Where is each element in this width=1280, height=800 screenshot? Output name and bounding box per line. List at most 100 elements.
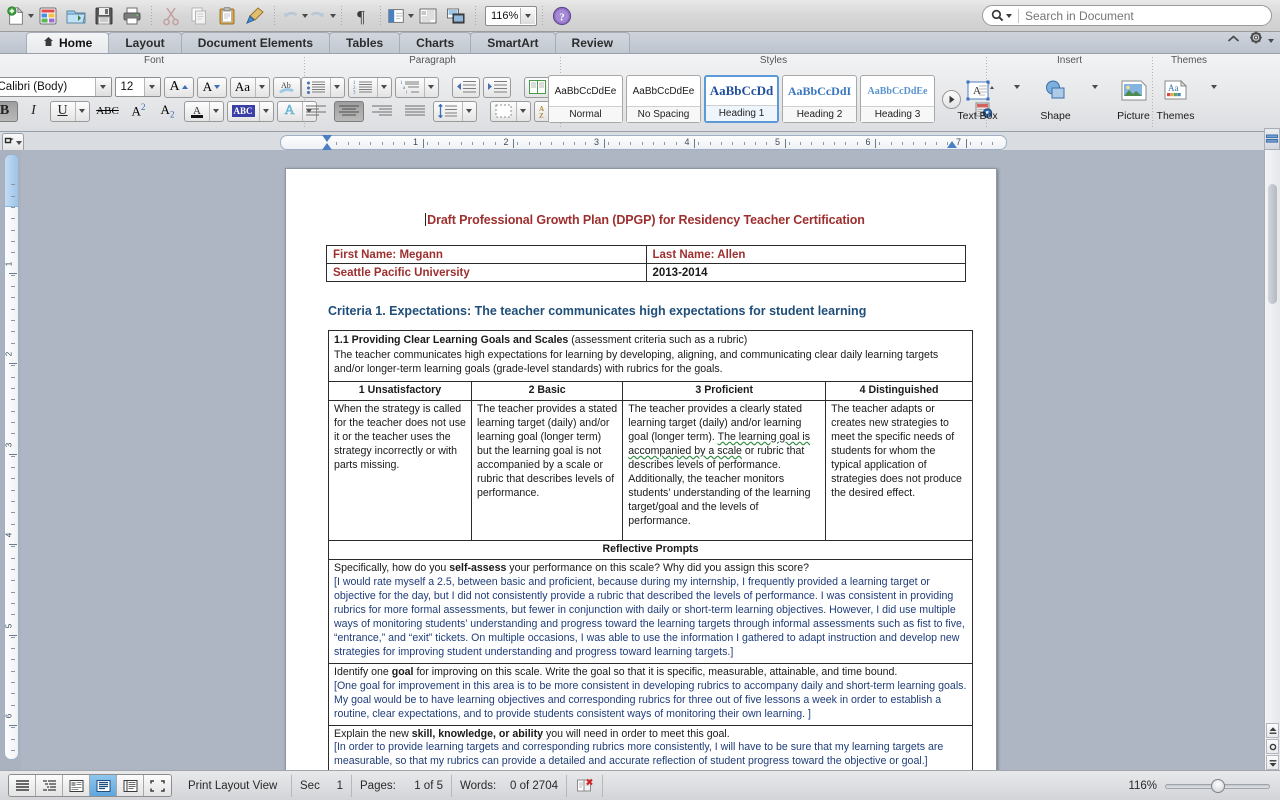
level-2-descriptor[interactable]: The teacher provides a stated learning t… <box>470 399 624 541</box>
line-spacing-icon[interactable] <box>434 102 462 121</box>
template-gallery-icon[interactable] <box>34 3 62 29</box>
identity-table[interactable]: First Name: Megann Last Name: Allen Seat… <box>326 245 966 282</box>
chevron-down-icon[interactable] <box>1082 77 1108 97</box>
last-name-cell[interactable]: Last Name: Allen <box>645 245 966 264</box>
tab-tables[interactable]: Tables <box>329 32 401 53</box>
table-row[interactable]: Seattle Pacific University 2013-2014 <box>326 263 966 282</box>
tab-document-elements[interactable]: Document Elements <box>180 32 331 53</box>
chevron-down-icon[interactable] <box>254 77 269 97</box>
tab-home[interactable]: Home <box>26 32 110 53</box>
font-size-combobox[interactable]: 12 <box>114 77 161 97</box>
vertical-scrollbar[interactable] <box>1264 150 1280 770</box>
outline-view-icon[interactable] <box>36 775 63 796</box>
rubric-table[interactable]: 1.1 Providing Clear Learning Goals and S… <box>328 330 973 770</box>
table-row[interactable]: Reflective Prompts <box>328 539 973 560</box>
chevron-down-icon[interactable] <box>461 101 476 121</box>
font-family-combobox[interactable]: Calibri (Body) <box>0 77 112 97</box>
underline-button[interactable]: U <box>49 100 90 122</box>
style-heading-1[interactable]: AaBbCcDd Heading 1 <box>704 75 779 123</box>
publishing-layout-view-icon[interactable] <box>63 775 90 796</box>
zoom-slider[interactable] <box>1165 778 1270 793</box>
prompt-cell-self-assess[interactable]: Specifically, how do you self-assess you… <box>328 558 973 664</box>
undo-icon[interactable] <box>280 3 308 29</box>
insert-shape-button[interactable]: Shape <box>1032 76 1080 122</box>
redo-icon[interactable] <box>308 3 336 29</box>
change-case-button[interactable]: Aa <box>229 76 270 98</box>
media-browser-icon[interactable] <box>442 3 470 29</box>
table-row[interactable]: First Name: Megann Last Name: Allen <box>326 245 966 264</box>
select-browse-object-icon[interactable] <box>1266 739 1279 754</box>
format-painter-icon[interactable] <box>241 3 269 29</box>
level-1-descriptor[interactable]: When the strategy is called for the teac… <box>328 399 472 541</box>
level-4-header[interactable]: 4 Distinguished <box>825 380 973 401</box>
new-document-icon[interactable] <box>6 3 34 29</box>
help-icon[interactable]: ? <box>548 3 576 29</box>
print-icon[interactable] <box>118 3 146 29</box>
zoom-combobox[interactable]: 116% <box>485 5 537 26</box>
year-cell[interactable]: 2013-2014 <box>645 263 966 282</box>
chevron-down-icon[interactable] <box>515 101 530 121</box>
document-page[interactable]: Draft Professional Growth Plan (DPGP) fo… <box>285 168 997 770</box>
zoom-slider-knob[interactable] <box>1211 778 1225 793</box>
chevron-down-icon[interactable] <box>258 101 273 121</box>
grow-font-icon[interactable]: A <box>163 76 194 98</box>
previous-page-icon[interactable] <box>1266 723 1279 738</box>
publishing-layout-icon[interactable] <box>414 3 442 29</box>
search-input[interactable] <box>1019 7 1271 24</box>
table-row[interactable]: Identify one goal for improving on this … <box>328 662 973 726</box>
chevron-down-icon[interactable] <box>520 7 535 24</box>
style-no-spacing[interactable]: AaBbCcDdEe No Spacing <box>626 75 701 123</box>
prompt-answer[interactable]: [One goal for improvement in this area i… <box>334 680 967 722</box>
collapse-ribbon-icon[interactable] <box>1227 31 1240 49</box>
prompt-answer[interactable]: [I would rate myself a 2.5, between basi… <box>334 576 967 660</box>
prompt-answer[interactable]: [In order to provide learning targets an… <box>334 741 967 769</box>
underline-icon[interactable]: U <box>51 102 75 121</box>
full-screen-view-icon[interactable] <box>144 775 171 796</box>
first-name-cell[interactable]: First Name: Megann <box>326 245 647 264</box>
prompt-cell-goal[interactable]: Identify one goal for improving on this … <box>328 662 973 726</box>
search-box[interactable] <box>982 5 1272 26</box>
superscript-icon[interactable]: A2 <box>126 101 152 122</box>
shading-icon[interactable] <box>491 102 516 121</box>
paste-icon[interactable] <box>213 3 241 29</box>
numbered-list-button[interactable]: 1 2 3 <box>347 76 392 98</box>
insert-text-box-button[interactable]: A Text Box <box>954 76 1002 122</box>
reflective-prompts-header[interactable]: Reflective Prompts <box>328 539 973 560</box>
level-3-descriptor[interactable]: The teacher provides a clearly stated le… <box>622 399 827 541</box>
style-normal[interactable]: AaBbCcDdEe Normal <box>548 75 623 123</box>
table-row[interactable]: 1 Unsatisfactory 2 Basic 3 Proficient 4 … <box>328 380 973 401</box>
chevron-down-icon[interactable] <box>94 78 111 96</box>
show-formatting-marks-icon[interactable]: ¶ <box>347 3 375 29</box>
draft-view-icon[interactable] <box>9 775 36 796</box>
level-3-header[interactable]: 3 Proficient <box>622 380 827 401</box>
left-indent-marker[interactable] <box>322 143 332 150</box>
split-window-handle[interactable] <box>1264 128 1280 150</box>
right-indent-marker[interactable] <box>947 141 957 148</box>
level-4-descriptor[interactable]: The teacher adapts or creates new strate… <box>825 399 973 541</box>
page-canvas[interactable]: Draft Professional Growth Plan (DPGP) fo… <box>21 150 1264 770</box>
level-2-header[interactable]: 2 Basic <box>470 380 624 401</box>
multilevel-list-button[interactable]: 1 a i <box>394 76 439 98</box>
font-color-button[interactable]: A <box>183 100 224 122</box>
open-folder-icon[interactable] <box>62 3 90 29</box>
chevron-down-icon[interactable] <box>1004 77 1030 97</box>
scrollbar-thumb[interactable] <box>1268 184 1277 304</box>
bulleted-list-icon[interactable] <box>302 78 330 97</box>
chevron-down-icon[interactable] <box>330 13 336 18</box>
table-row[interactable]: Specifically, how do you self-assess you… <box>328 558 973 664</box>
chevron-down-icon[interactable] <box>74 101 89 121</box>
highlight-icon[interactable]: ABC <box>228 102 259 121</box>
highlight-button[interactable]: ABC <box>226 100 274 122</box>
chevron-down-icon[interactable] <box>423 77 438 97</box>
bulleted-list-button[interactable] <box>300 76 345 98</box>
justify-icon[interactable] <box>400 101 430 122</box>
increase-indent-icon[interactable] <box>482 76 511 98</box>
notebook-layout-view-icon[interactable] <box>117 775 144 796</box>
multilevel-list-icon[interactable]: 1 a i <box>396 78 424 97</box>
save-icon[interactable] <box>90 3 118 29</box>
strikethrough-icon[interactable]: ABC <box>93 101 123 122</box>
search-icon[interactable] <box>983 9 1018 22</box>
italic-icon[interactable]: I <box>21 101 47 122</box>
shading-button[interactable] <box>489 100 531 122</box>
chevron-down-icon[interactable] <box>208 101 223 121</box>
